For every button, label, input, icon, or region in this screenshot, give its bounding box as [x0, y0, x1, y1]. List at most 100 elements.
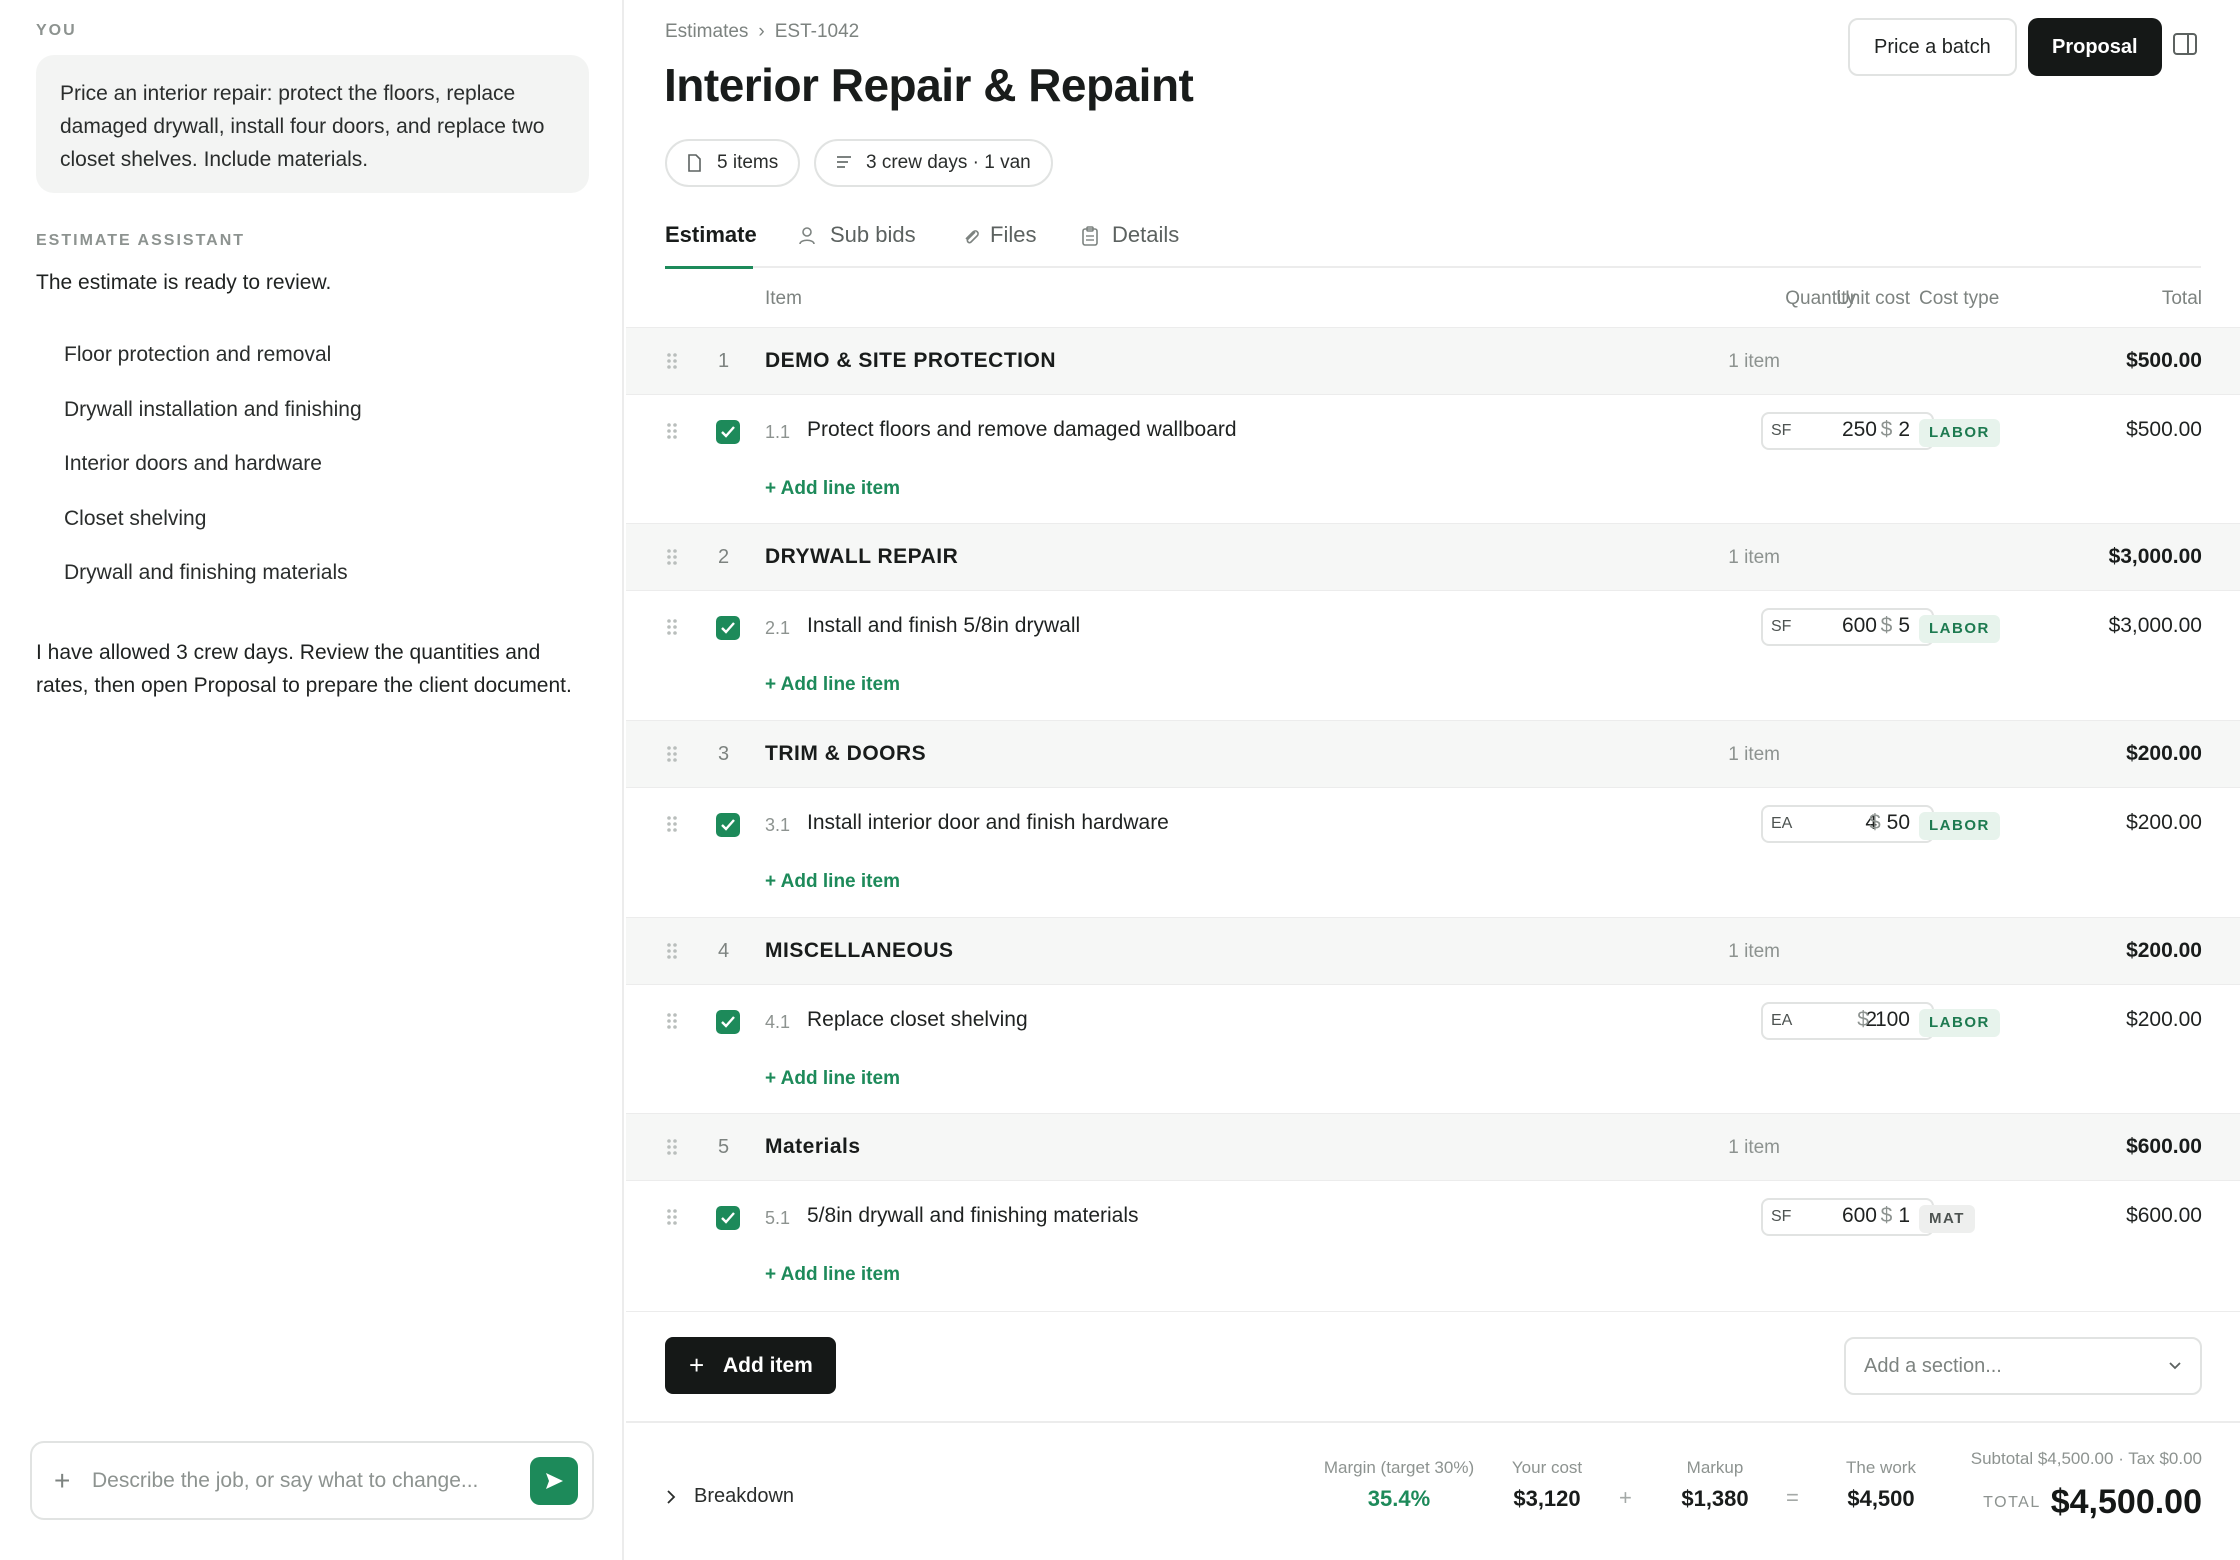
checkmark-icon	[721, 622, 735, 634]
section-total: $500.00	[2126, 349, 2202, 372]
proposal-button[interactable]: Proposal	[2028, 18, 2162, 76]
section-row[interactable]: 5 Materials 1 item $600.00	[626, 1113, 2240, 1181]
cost-type-badge[interactable]: LABOR	[1919, 1009, 2000, 1037]
cost-type-badge[interactable]: LABOR	[1919, 812, 2000, 840]
add-section-select[interactable]: Add a section...	[1844, 1337, 2202, 1395]
breakdown-toggle[interactable]: Breakdown	[666, 1485, 794, 1508]
table-row[interactable]: 5.1 5/8in drywall and finishing materials…	[626, 1182, 2240, 1254]
drag-handle-icon[interactable]	[666, 745, 678, 763]
cost-type-badge[interactable]: LABOR	[1919, 615, 2000, 643]
assistant-role-label: ESTIMATE ASSISTANT	[36, 232, 246, 249]
markup-label: Markup	[1686, 1458, 1744, 1477]
currency-symbol: $	[1868, 811, 1881, 834]
unit-cost-value: 50	[1886, 811, 1910, 834]
line-checkbox[interactable]	[716, 1206, 740, 1230]
line-description[interactable]: Install and finish 5/8in drywall	[807, 614, 1080, 638]
section-total: $200.00	[2126, 939, 2202, 962]
section-name[interactable]: DRYWALL REPAIR	[765, 545, 958, 569]
tab-label: Details	[1112, 222, 1180, 247]
add-item-label: Add item	[723, 1354, 813, 1377]
breadcrumb-estimates-link[interactable]: Estimates	[665, 21, 748, 42]
section-row[interactable]: 4 MISCELLANEOUS 1 item $200.00	[626, 917, 2240, 985]
chat-input[interactable]	[92, 1463, 542, 1499]
drag-handle-icon[interactable]	[666, 618, 678, 636]
section-name[interactable]: Materials	[765, 1135, 861, 1159]
section-row[interactable]: 1 DEMO & SITE PROTECTION 1 item $500.00	[626, 327, 2240, 395]
line-description[interactable]: Install interior door and finish hardwar…	[807, 811, 1169, 835]
line-unit-cost[interactable]: $1	[1881, 1204, 1910, 1228]
send-button[interactable]	[530, 1457, 578, 1505]
currency-symbol: $	[1857, 1008, 1869, 1031]
breadcrumb-separator: ›	[758, 21, 765, 42]
add-line-item-link[interactable]: + Add line item	[765, 1068, 900, 1090]
line-description[interactable]: 5/8in drywall and finishing materials	[807, 1204, 1139, 1228]
table-row[interactable]: 4.1 Replace closet shelving 2 EA $100 LABOR $2…	[626, 986, 2240, 1058]
table-row[interactable]: 1.1 Protect floors and remove damaged wal…	[626, 396, 2240, 468]
add-line-item-link[interactable]: + Add line item	[765, 478, 900, 500]
work-metric: The work $4,500	[1826, 1458, 1936, 1512]
tab-details[interactable]: Details	[1082, 222, 1179, 268]
list-item: Drywall and finishing materials	[64, 561, 348, 584]
list-item: Closet shelving	[64, 506, 207, 530]
tab-sub-bids[interactable]: Sub bids	[798, 222, 916, 268]
tab-bar: Estimate Sub bids Files Details	[665, 222, 2201, 269]
drag-handle-icon[interactable]	[666, 1138, 678, 1156]
toggle-panel-icon[interactable]	[2173, 33, 2197, 55]
section-item-count: 1 item	[1728, 547, 1780, 568]
plus-icon: +	[689, 1350, 705, 1380]
section-row[interactable]: 2 DRYWALL REPAIR 1 item $3,000.00	[626, 523, 2240, 591]
column-header-cost-type: Cost type	[1919, 288, 2000, 309]
section-row[interactable]: 3 TRIM & DOORS 1 item $200.00	[626, 720, 2240, 788]
section-number: 3	[718, 743, 730, 765]
add-item-button[interactable]: + Add item	[665, 1337, 836, 1394]
section-name[interactable]: TRIM & DOORS	[765, 742, 926, 766]
add-line-item-link[interactable]: + Add line item	[765, 674, 900, 696]
attach-plus-icon[interactable]: +	[54, 1463, 70, 1499]
drag-handle-icon[interactable]	[666, 548, 678, 566]
column-header-total: Total	[2161, 288, 2202, 309]
assistant-step-list: Floor protection and removal Drywall ins…	[64, 338, 362, 611]
line-checkbox[interactable]	[716, 616, 740, 640]
add-section-placeholder: Add a section...	[1864, 1355, 2002, 1377]
line-description[interactable]: Protect floors and remove damaged wallbo…	[807, 418, 1237, 442]
breadcrumb-current: EST-1042	[774, 21, 860, 42]
section-name[interactable]: DEMO & SITE PROTECTION	[765, 349, 1056, 373]
line-description[interactable]: Replace closet shelving	[807, 1008, 1028, 1032]
drag-handle-icon[interactable]	[666, 1012, 678, 1030]
cost-type-badge[interactable]: MAT	[1919, 1205, 1975, 1233]
chat-composer: +	[30, 1441, 594, 1520]
line-unit-cost[interactable]: $100	[1857, 1008, 1910, 1032]
tab-files[interactable]: Files	[962, 222, 1036, 268]
drag-handle-icon[interactable]	[666, 815, 678, 833]
breadcrumb: Estimates › EST-1042	[665, 21, 859, 43]
crew-days-chip[interactable]: 3 crew days · 1 van	[814, 139, 1053, 187]
assistant-intro: The estimate is ready to review.	[36, 271, 332, 294]
drag-handle-icon[interactable]	[666, 942, 678, 960]
drag-handle-icon[interactable]	[666, 1208, 678, 1226]
line-checkbox[interactable]	[716, 420, 740, 444]
add-line-item-link[interactable]: + Add line item	[765, 871, 900, 893]
line-unit-cost[interactable]: $50	[1869, 811, 1910, 835]
section-name[interactable]: MISCELLANEOUS	[765, 939, 954, 963]
line-unit-cost[interactable]: $2	[1881, 418, 1910, 442]
tab-label: Estimate	[665, 222, 757, 247]
paperclip-icon	[965, 230, 979, 244]
line-checkbox[interactable]	[716, 813, 740, 837]
user-role-label: YOU	[36, 22, 77, 39]
line-checkbox[interactable]	[716, 1010, 740, 1034]
drag-handle-icon[interactable]	[666, 422, 678, 440]
line-unit-cost[interactable]: $5	[1881, 614, 1910, 638]
cost-type-badge[interactable]: LABOR	[1919, 419, 2000, 447]
drag-handle-icon[interactable]	[666, 352, 678, 370]
items-count-chip[interactable]: 5 items	[665, 139, 801, 187]
add-line-item-link[interactable]: + Add line item	[765, 1264, 900, 1286]
price-batch-button[interactable]: Price a batch	[1848, 18, 2017, 76]
line-code: 3.1	[765, 815, 791, 835]
section-item-count: 1 item	[1728, 351, 1780, 372]
unit-cost-value: 2	[1898, 418, 1910, 441]
subtotal-tax-line: Subtotal $4,500.00 · Tax $0.00	[1970, 1449, 2202, 1468]
tab-estimate[interactable]: Estimate	[665, 222, 757, 269]
table-row[interactable]: 2.1 Install and finish 5/8in drywall 600 SF…	[626, 592, 2240, 664]
table-row[interactable]: 3.1 Install interior door and finish hard…	[626, 789, 2240, 861]
list-item: Interior doors and hardware	[64, 452, 322, 475]
